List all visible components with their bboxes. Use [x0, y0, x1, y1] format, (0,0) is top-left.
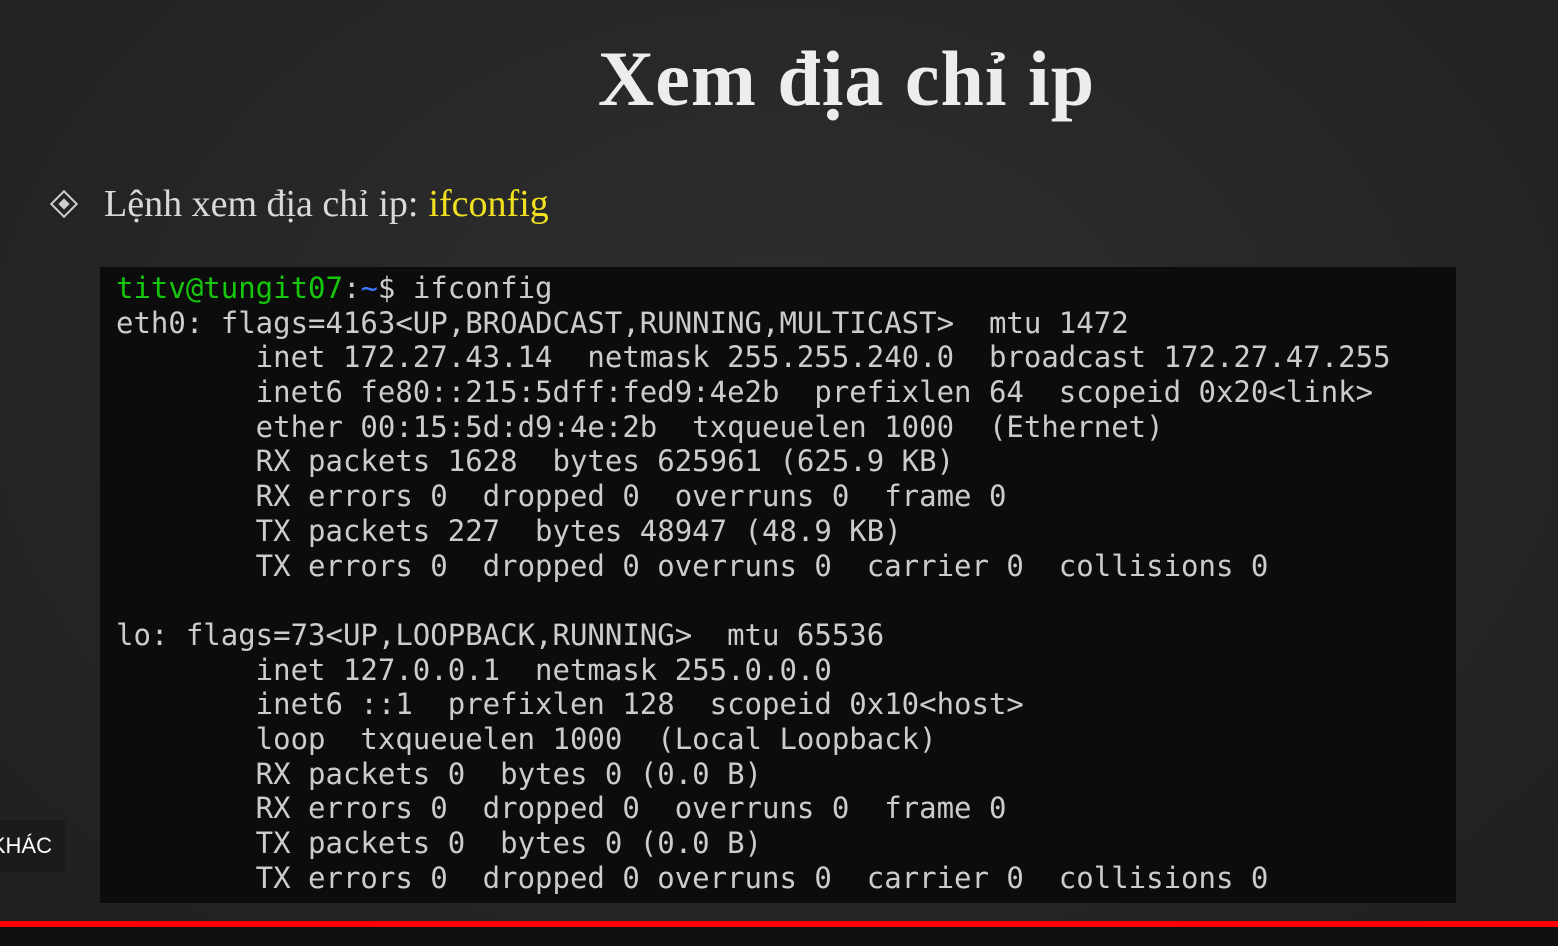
- output-line: TX packets 0 bytes 0 (0.0 B): [116, 826, 763, 860]
- output-line: inet6 fe80::215:5dff:fed9:4e2b prefixlen…: [116, 375, 1374, 410]
- output-line: TX errors 0 dropped 0 overruns 0 carrier…: [116, 860, 1269, 895]
- side-badge-button[interactable]: KHÁC: [0, 820, 66, 872]
- output-line: inet 172.27.43.14 netmask 255.255.240.0 …: [116, 340, 1391, 375]
- prompt-separator: :: [342, 271, 361, 305]
- prompt-symbol: $: [377, 271, 413, 305]
- prompt-command: ifconfig: [412, 271, 553, 305]
- prompt-line: titv@tungit07:~$ ifconfig: [116, 271, 1456, 306]
- output-line: RX packets 1628 bytes 625961 (625.9 KB): [116, 444, 955, 479]
- output-line: ether 00:15:5d:d9:4e:2b txqueuelen 1000 …: [116, 409, 1164, 444]
- output-line: lo: flags=73<UP,LOOPBACK,RUNNING> mtu 65…: [116, 617, 885, 652]
- terminal-window: titv@tungit07:~$ ifconfig eth0: flags=41…: [100, 267, 1456, 903]
- output-line: eth0: flags=4163<UP,BROADCAST,RUNNING,MU…: [116, 305, 1129, 340]
- output-line: inet6 ::1 prefixlen 128 scopeid 0x10<hos…: [116, 687, 1024, 722]
- diamond-bullet-icon: [49, 189, 79, 219]
- player-controls-bar: [0, 927, 1558, 946]
- output-line: RX errors 0 dropped 0 overruns 0 frame 0: [116, 791, 1007, 826]
- output-line: TX errors 0 dropped 0 overruns 0 carrier…: [116, 548, 1269, 583]
- bullet-command: ifconfig: [428, 183, 549, 225]
- output-line: TX packets 227 bytes 48947 (48.9 KB): [116, 513, 902, 548]
- prompt-user: titv@tungit07: [116, 271, 343, 305]
- bullet-text: Lệnh xem địa chỉ ip:: [104, 183, 419, 225]
- output-line: inet 127.0.0.1 netmask 255.0.0.0: [116, 652, 832, 687]
- slide-title: Xem địa chỉ ip: [597, 35, 1096, 122]
- bullet-item: Lệnh xem địa chỉ ip: ifconfig: [49, 182, 549, 226]
- output-line: RX packets 0 bytes 0 (0.0 B): [116, 756, 763, 791]
- prompt-path: ~: [360, 271, 378, 305]
- output-line: RX errors 0 dropped 0 overruns 0 frame 0: [116, 479, 1007, 514]
- output-line: loop txqueuelen 1000 (Local Loopback): [116, 721, 937, 756]
